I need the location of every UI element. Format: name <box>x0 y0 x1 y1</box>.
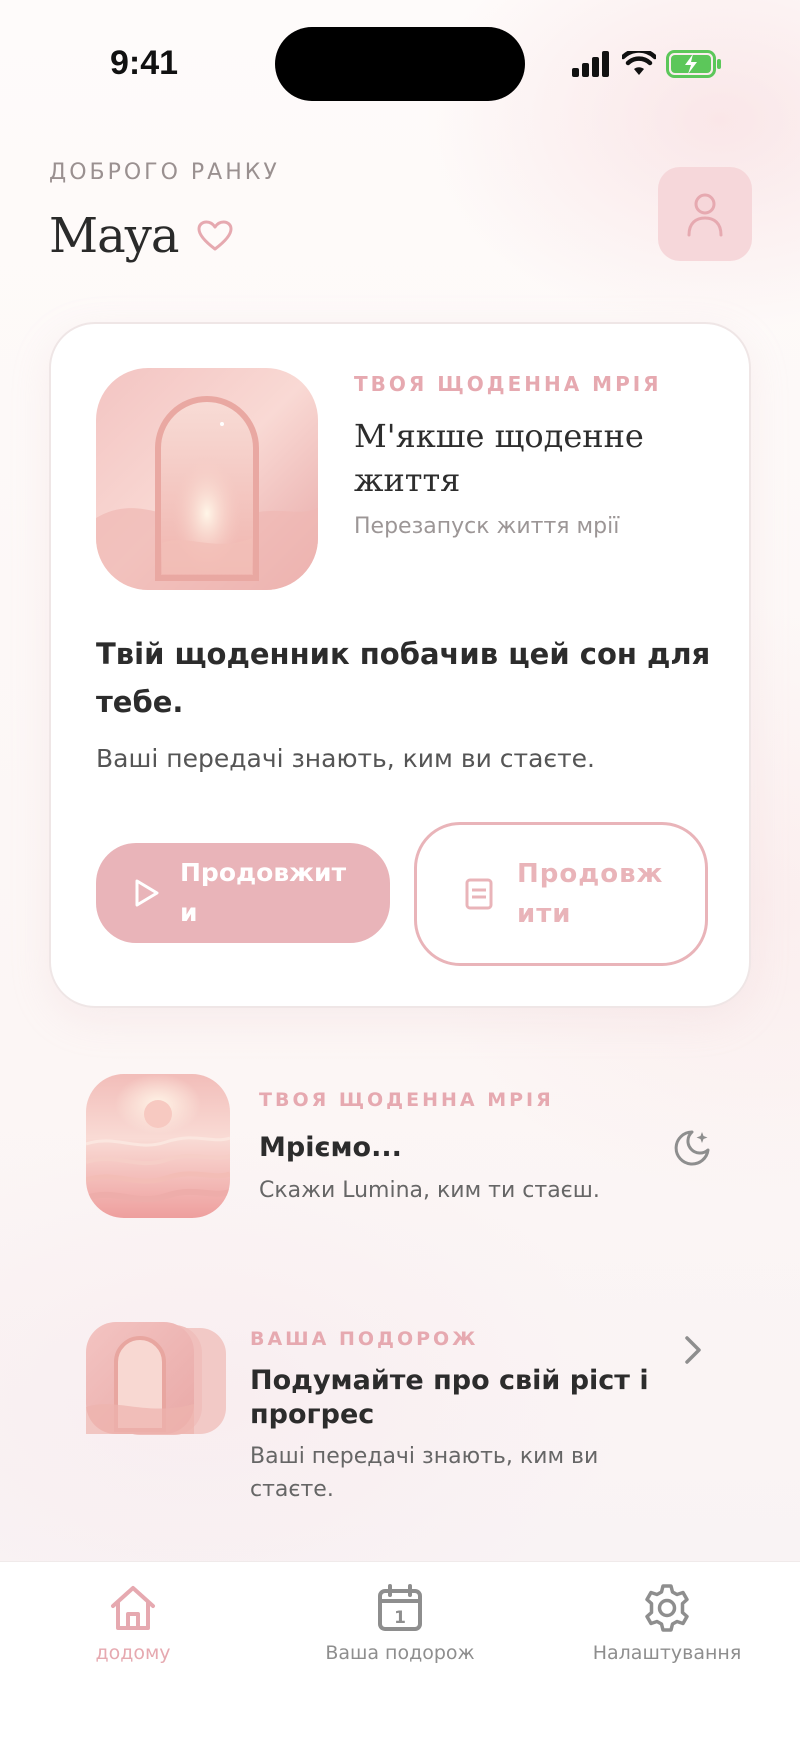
card-subtitle: Перезапуск життя мрії <box>354 514 620 539</box>
tab-settings-label: Налаштування <box>592 1642 742 1664</box>
card-title: М'якше щоденне життя <box>354 417 644 499</box>
featured-dream-card: ТВОЯ ЩОДЕННА МРІЯ М'якше щоденне життя П… <box>49 322 751 1008</box>
journey-thumbnail-stack <box>86 1322 226 1438</box>
dynamic-island <box>275 27 525 101</box>
wifi-icon <box>622 51 656 75</box>
dream-thumbnail <box>96 368 318 590</box>
sunset-sea-thumbnail <box>86 1074 230 1218</box>
list-item-daily-dream[interactable]: ТВОЯ ЩОДЕННА МРІЯ Мрiємо... Скажи Lumina… <box>86 1074 716 1220</box>
list-item-subtitle: Скажи Lumina, ким ти стаєш. <box>259 1178 600 1203</box>
home-icon <box>111 1586 155 1630</box>
tab-settings[interactable]: Налаштування <box>557 1582 777 1664</box>
continue-read-label: Продовжити <box>517 859 664 929</box>
tab-bar: додому 1 Ваша подорож Налаштування <box>0 1561 800 1739</box>
calendar-icon: 1 <box>378 1584 422 1631</box>
list-item-title: Подумайте про свій ріст і прогрес <box>250 1365 649 1430</box>
continue-play-button[interactable]: Продовжити <box>96 843 390 943</box>
continue-read-button[interactable]: Продовжити <box>414 822 708 966</box>
list-item-label: ТВОЯ ЩОДЕННА МРІЯ <box>259 1089 554 1111</box>
heart-icon[interactable] <box>197 220 233 252</box>
list-item-title: Мрiємо... <box>259 1132 402 1163</box>
svg-text:1: 1 <box>394 1608 406 1628</box>
tab-journey[interactable]: 1 Ваша подорож <box>290 1582 510 1664</box>
user-icon <box>687 193 723 237</box>
status-icons <box>572 48 722 80</box>
cellular-signal-icon <box>572 51 609 77</box>
book-icon <box>465 878 493 910</box>
list-item-label: ВАША ПОДОРОЖ <box>250 1328 479 1350</box>
continue-play-label: Продовжити <box>180 858 347 927</box>
greeting-text: ДОБРОГО РАНКУ <box>49 160 280 185</box>
tab-home[interactable]: додому <box>23 1582 243 1664</box>
tab-home-label: додому <box>95 1642 171 1664</box>
chevron-right-icon <box>685 1336 701 1364</box>
moon-stars-icon <box>674 1130 710 1166</box>
profile-button[interactable] <box>658 167 752 261</box>
user-name-row: Maya <box>49 208 233 264</box>
gear-icon <box>645 1584 689 1632</box>
card-heading: Твій щоденник побачив цей сон для тебе. <box>96 637 711 719</box>
user-name: Maya <box>49 208 179 264</box>
list-item-journey[interactable]: ВАША ПОДОРОЖ Подумайте про свій ріст і п… <box>86 1318 716 1518</box>
list-item-subtitle: Ваші передачі знають, ким ви стаєте. <box>250 1444 599 1502</box>
card-label: ТВОЯ ЩОДЕННА МРІЯ <box>354 372 662 396</box>
status-time: 9:41 <box>110 44 179 82</box>
play-icon <box>135 879 159 907</box>
tab-journey-label: Ваша подорож <box>325 1642 475 1664</box>
status-bar: 9:41 <box>0 0 800 120</box>
card-description: Ваші передачі знають, ким ви стаєте. <box>96 744 595 773</box>
battery-icon <box>666 50 721 78</box>
